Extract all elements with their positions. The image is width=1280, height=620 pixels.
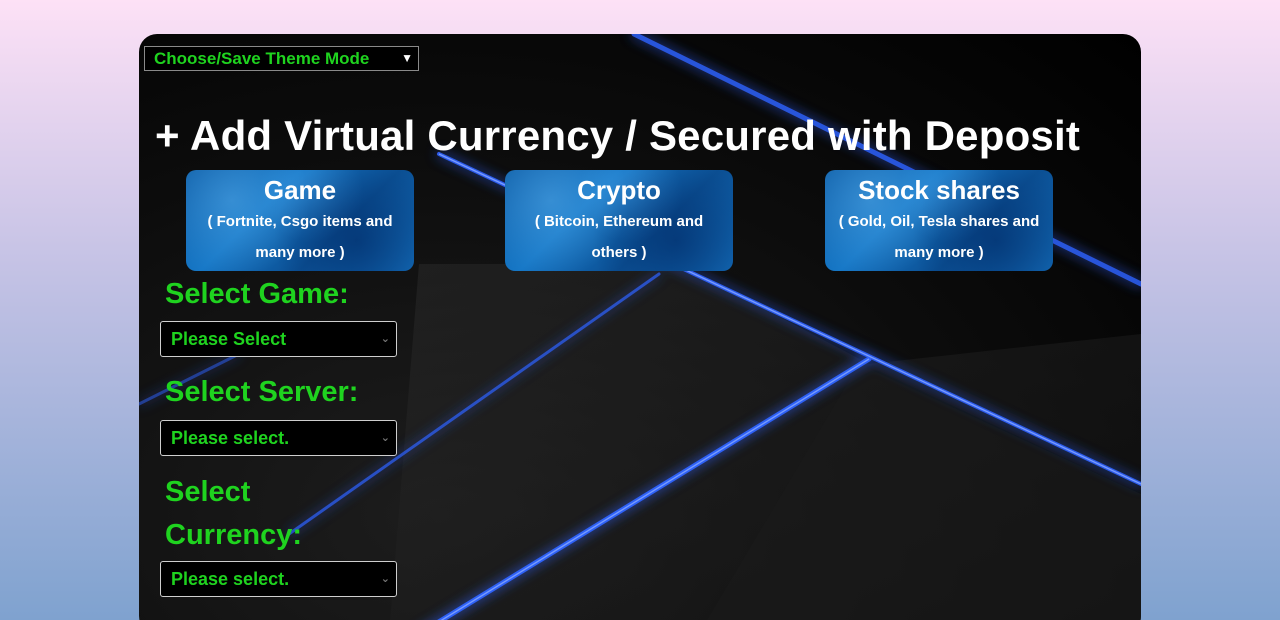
theme-mode-select[interactable]: Choose/Save Theme Mode ▼ — [144, 46, 419, 71]
category-name: Crypto — [577, 175, 661, 205]
category-description: ( Bitcoin, Ethereum and others ) — [534, 213, 704, 261]
select-server-label: Select Server: — [165, 376, 359, 408]
select-currency-dropdown[interactable]: Please select. ⌄ — [160, 561, 397, 597]
select-game-dropdown[interactable]: Please Select ⌄ — [160, 321, 397, 357]
category-description: ( Gold, Oil, Tesla shares and many more … — [838, 213, 1040, 261]
select-currency-label: Select Currency: — [165, 476, 302, 551]
category-card-stock-shares[interactable]: Stock shares ( Gold, Oil, Tesla shares a… — [825, 170, 1053, 271]
theme-mode-value: Choose/Save Theme Mode — [154, 49, 370, 68]
select-server-dropdown[interactable]: Please select. ⌄ — [160, 420, 397, 456]
chevron-down-icon: ⌄ — [380, 432, 390, 444]
category-description: ( Fortnite, Csgo items and many more ) — [207, 213, 393, 261]
category-card-crypto[interactable]: Crypto ( Bitcoin, Ethereum and others ) — [505, 170, 733, 271]
category-name: Game — [263, 175, 337, 205]
chevron-down-icon: ⌄ — [380, 333, 390, 345]
select-currency-value: Please select. — [171, 569, 290, 589]
select-game-value: Please Select — [171, 329, 287, 349]
category-name: Stock shares — [858, 175, 1020, 205]
chevron-down-icon: ▼ — [401, 51, 413, 65]
select-game-label: Select Game: — [165, 278, 349, 310]
select-server-value: Please select. — [171, 428, 290, 448]
category-card-game[interactable]: Game ( Fortnite, Csgo items and many mor… — [186, 170, 414, 271]
main-panel: Choose/Save Theme Mode ▼ + Add Virtual C… — [139, 34, 1141, 620]
page-title: + Add Virtual Currency / Secured with De… — [155, 112, 1081, 159]
chevron-down-icon: ⌄ — [380, 573, 390, 585]
